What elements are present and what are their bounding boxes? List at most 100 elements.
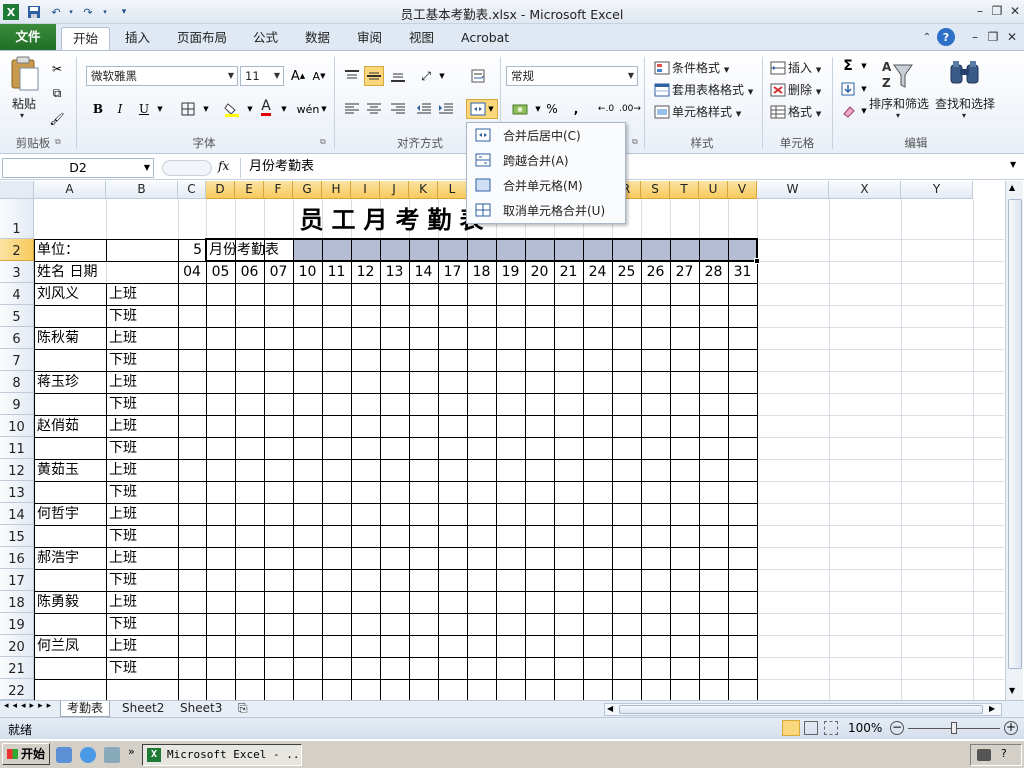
help-tray-icon[interactable]: ? [1001,747,1007,760]
date-header-cell[interactable]: 28 [699,261,728,283]
zoom-level[interactable]: 100% [848,721,882,735]
scroll-left-icon[interactable]: ◀ [607,704,613,713]
sheet-title-cell[interactable]: 员工月考勤表 [34,201,757,239]
merge-center-icon [475,128,491,142]
vertical-scroll-thumb[interactable] [1008,199,1022,669]
zoom-in-icon[interactable]: + [1004,721,1018,735]
shift-off-cell[interactable]: 下班 [109,393,177,415]
employee-name-cell[interactable]: 蒋玉珍 [37,371,105,393]
date-header-cell[interactable]: 05 [206,261,235,283]
shift-on-cell[interactable]: 上班 [109,283,177,305]
status-ready: 就绪 [8,723,33,737]
shift-off-cell[interactable]: 下班 [109,657,177,679]
doc-close-icon[interactable]: ✕ [1003,29,1021,45]
employee-name-cell[interactable]: 陈勇毅 [37,591,105,613]
vertical-scrollbar[interactable]: ▲ ▼ [1005,181,1023,700]
shift-on-cell[interactable]: 上班 [109,415,177,437]
date-header-cell[interactable]: 19 [496,261,525,283]
page-layout-view-icon[interactable] [804,721,818,735]
date-header-cell[interactable]: 18 [467,261,496,283]
more-icon[interactable]: » [128,745,135,758]
shift-on-cell[interactable]: 上班 [109,503,177,525]
shift-on-cell[interactable]: 上班 [109,459,177,481]
scroll-down-icon[interactable]: ▼ [1009,686,1015,695]
taskbar-app-label: Microsoft Excel - ... [167,748,302,761]
shift-off-cell[interactable]: 下班 [109,481,177,503]
employee-name-cell[interactable]: 黄茹玉 [37,459,105,481]
date-header-cell[interactable]: 06 [235,261,264,283]
start-label: 开始 [21,747,46,761]
app-icon[interactable] [104,747,120,763]
date-header-cell[interactable]: 31 [728,261,757,283]
horizontal-scroll-thumb[interactable] [619,705,983,714]
employee-name-cell[interactable]: 郝浩宇 [37,547,105,569]
shift-on-cell[interactable]: 上班 [109,547,177,569]
system-tray: ? [970,744,1022,766]
employee-name-cell[interactable]: 何哲宇 [37,503,105,525]
date-header-cell[interactable]: 13 [380,261,409,283]
merge-cells-icon [475,178,491,192]
merged-header-cell[interactable]: 月份考勤表 [209,239,409,261]
date-header-cell[interactable]: 25 [612,261,641,283]
employee-name-cell[interactable]: 陈秋菊 [37,327,105,349]
zoom-out-icon[interactable]: − [890,721,904,735]
formula-expand-icon[interactable]: ▼ [1010,160,1016,169]
menu-item-merge-across[interactable]: 跨越合并(A) [469,149,624,173]
name-date-header-cell[interactable]: 姓名 日期 [37,261,177,283]
unit-label-cell[interactable]: 单位： [37,239,105,261]
close-icon[interactable]: ✕ [1006,3,1024,19]
date-header-cell[interactable]: 04 [178,261,206,283]
normal-view-icon[interactable] [782,720,800,736]
horizontal-scrollbar[interactable]: ◀ ▶ [604,703,1002,716]
shift-off-cell[interactable]: 下班 [109,569,177,591]
shift-off-cell[interactable]: 下班 [109,305,177,327]
menu-item-unmerge[interactable]: 取消单元格合并(U) [469,199,624,223]
employee-name-cell[interactable]: 何兰凤 [37,635,105,657]
shift-on-cell[interactable]: 上班 [109,371,177,393]
taskbar-excel-button[interactable]: X Microsoft Excel - ... [142,744,302,766]
date-header-cell[interactable]: 12 [351,261,380,283]
date-header-cell[interactable]: 26 [641,261,670,283]
date-header-cell[interactable]: 11 [322,261,351,283]
shift-off-cell[interactable]: 下班 [109,349,177,371]
date-header-cell[interactable]: 20 [525,261,554,283]
date-header-cell[interactable]: 07 [264,261,293,283]
shift-off-cell[interactable]: 下班 [109,525,177,547]
sheet-tab-sheet2[interactable]: Sheet2 [116,701,170,717]
shift-on-cell[interactable]: 上班 [109,591,177,613]
merge-dropdown-menu: 合并后居中(C) 跨越合并(A) 合并单元格(M) 取消单元格合并(U) [466,122,626,224]
date-header-cell[interactable]: 21 [554,261,583,283]
date-header-cell[interactable]: 27 [670,261,699,283]
date-header-cell[interactable]: 10 [293,261,322,283]
shift-on-cell[interactable]: 上班 [109,327,177,349]
quicklaunch-icon[interactable] [56,747,72,763]
sheet-tab-bar: ◂◂◂▸▸▸ 考勤表 Sheet2 Sheet3 ⎘ ◀ ▶ [0,700,1024,717]
menu-item-merge-center[interactable]: 合并后居中(C) [469,124,624,148]
shift-off-cell[interactable]: 下班 [109,437,177,459]
ie-icon[interactable] [80,747,96,763]
scroll-up-icon[interactable]: ▲ [1009,183,1015,192]
sheet-nav-arrows[interactable]: ◂◂◂▸▸▸ [4,701,55,711]
sheet-tab-sheet3[interactable]: Sheet3 [174,701,228,717]
date-header-cell[interactable]: 24 [583,261,612,283]
page-break-view-icon[interactable] [824,721,838,735]
windows-logo-icon [7,749,18,759]
employee-name-cell[interactable]: 刘风义 [37,283,105,305]
shift-off-cell[interactable]: 下班 [109,613,177,635]
date-header-cell[interactable]: 14 [409,261,438,283]
taskbar: 开始 » X Microsoft Excel - ... ? [0,740,1024,768]
fill-handle[interactable] [754,258,760,264]
excel-icon: X [147,748,161,762]
shift-on-cell[interactable]: 上班 [109,635,177,657]
month-number-cell[interactable]: 5 [178,239,202,261]
scroll-right-icon[interactable]: ▶ [989,704,995,713]
sheet-tab-kaoqin[interactable]: 考勤表 [60,701,111,717]
insert-sheet-icon[interactable]: ⎘ [232,701,254,717]
start-button[interactable]: 开始 [2,743,50,765]
menu-item-merge-cells[interactable]: 合并单元格(M) [469,174,624,198]
employee-name-cell[interactable]: 赵俏茹 [37,415,105,437]
keyboard-icon[interactable] [977,749,991,761]
unmerge-icon [475,203,491,217]
date-header-cell[interactable]: 17 [438,261,467,283]
zoom-slider-thumb[interactable] [951,722,957,734]
